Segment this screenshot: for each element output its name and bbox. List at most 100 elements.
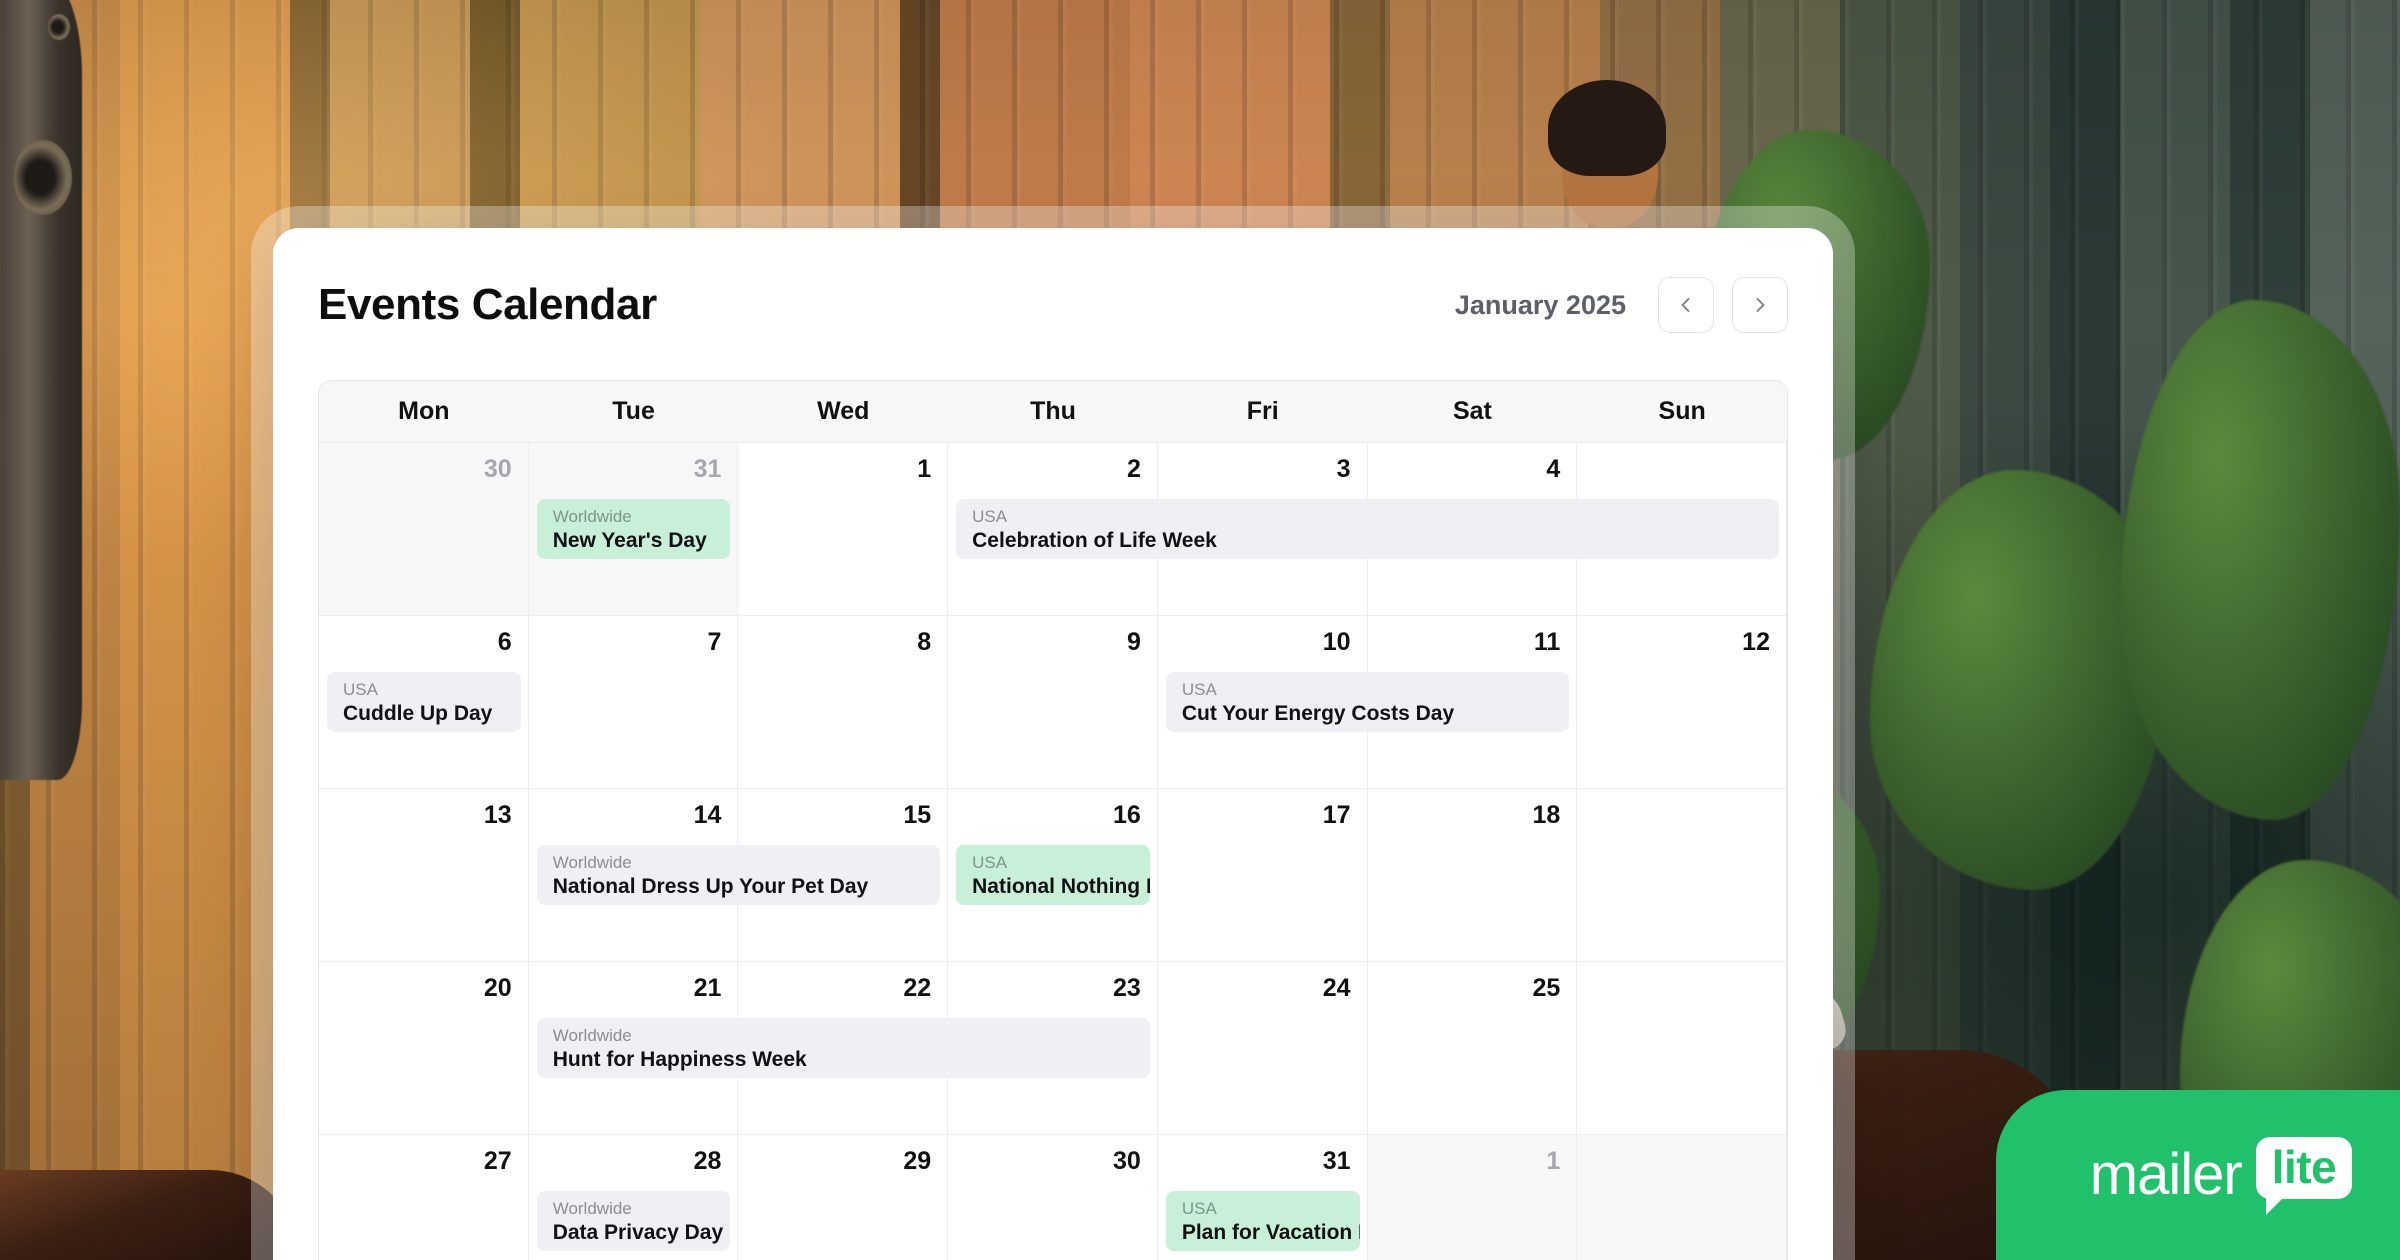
event-region-label: USA xyxy=(972,853,1008,872)
brand-bubble-label: lite xyxy=(2271,1140,2337,1193)
day-number: 6 xyxy=(497,628,512,656)
event-region-label: USA xyxy=(972,507,1008,526)
calendar-week-row: 13 14 15 16 17 18 Worldwide National Dress Up Y… xyxy=(319,789,1787,962)
day-number: 18 xyxy=(1532,801,1561,829)
weekday-header-tue: Tue xyxy=(612,397,655,425)
brand-bubble-icon: lite xyxy=(2255,1136,2353,1216)
day-cell[interactable]: 12 xyxy=(1577,616,1787,788)
day-number: 29 xyxy=(903,1147,932,1175)
day-cell[interactable] xyxy=(1577,1135,1787,1260)
tree-trunk xyxy=(0,0,82,780)
tree-knot-icon xyxy=(48,14,70,40)
event-region-label: USA xyxy=(343,680,378,699)
day-number: 25 xyxy=(1532,974,1561,1002)
day-number: 9 xyxy=(1126,628,1141,656)
event-name-label: Data Privacy Day xyxy=(552,1220,724,1244)
calendar-week-row: 6 7 8 9 10 11 12 USA Cuddle Up Day USA Cut Your En… xyxy=(319,616,1787,789)
calendar-event[interactable]: Worldwide Hunt for Happiness Week xyxy=(536,1018,1150,1078)
park-bench xyxy=(0,1170,300,1260)
event-region-label: Worldwide xyxy=(552,1026,632,1045)
calendar-week-row: 27 28 29 30 31 1 Worldwide Data Privacy Day USA P… xyxy=(319,1135,1787,1260)
calendar-event[interactable]: USA National Nothing Day xyxy=(956,845,1150,905)
day-cell[interactable]: 9 xyxy=(948,616,1158,788)
promo-scene: Events Calendar January 2025 Mon Tue Wed… xyxy=(0,0,2400,1260)
page-title: Events Calendar xyxy=(318,280,657,329)
day-number: 28 xyxy=(693,1147,722,1175)
day-number: 2 xyxy=(1126,455,1141,483)
event-name-label: Celebration of Life Week xyxy=(972,528,1217,552)
calendar-weeks: 30 31 1 2 3 4 Worldwide New Year's Day USA Celebr… xyxy=(319,443,1787,1260)
day-number: 30 xyxy=(483,455,512,483)
day-number: 30 xyxy=(1113,1147,1141,1175)
weekday-header-sat: Sat xyxy=(1452,397,1492,425)
day-number: 13 xyxy=(483,801,512,829)
day-number: 23 xyxy=(1113,974,1141,1002)
calendar-header: Events Calendar January 2025 xyxy=(318,274,1788,336)
calendar-event[interactable]: Worldwide National Dress Up Your Pet Day xyxy=(536,845,941,905)
calendar-event[interactable]: USA Plan for Vacation Day xyxy=(1165,1191,1360,1251)
day-cell[interactable]: 18 xyxy=(1367,789,1578,961)
event-region-label: Worldwide xyxy=(552,1199,632,1218)
day-number: 17 xyxy=(1322,801,1351,829)
day-number: 31 xyxy=(1322,1147,1351,1175)
day-cell[interactable]: 20 xyxy=(319,962,529,1134)
day-number: 12 xyxy=(1742,628,1770,656)
event-name-label: Hunt for Happiness Week xyxy=(552,1047,807,1071)
day-cell[interactable]: 24 xyxy=(1157,962,1368,1134)
day-cell[interactable]: 7 xyxy=(528,616,739,788)
calendar-event[interactable]: USA Cuddle Up Day xyxy=(327,672,521,732)
day-cell[interactable]: 1 xyxy=(738,443,949,615)
calendar-event[interactable]: Worldwide Data Privacy Day xyxy=(536,1191,731,1251)
tree-knot-icon xyxy=(14,140,72,215)
previous-month-button[interactable] xyxy=(1658,277,1714,333)
day-cell[interactable]: 30 xyxy=(948,1135,1158,1260)
day-cell[interactable]: 17 xyxy=(1157,789,1368,961)
day-number: 11 xyxy=(1533,628,1561,656)
current-month-label: January 2025 xyxy=(1454,289,1626,320)
day-number: 1 xyxy=(1546,1147,1561,1175)
brand-wordmark: mailer xyxy=(2089,1142,2243,1207)
day-cell[interactable]: 8 xyxy=(738,616,949,788)
weekday-header-fri: Fri xyxy=(1246,397,1279,425)
calendar-week-row: 20 21 22 23 24 25 Worldwide Hunt for Happiness … xyxy=(319,962,1787,1135)
day-number: 24 xyxy=(1322,974,1351,1002)
event-name-label: Cuddle Up Day xyxy=(343,701,493,725)
weekday-header-mon: Mon xyxy=(398,397,450,425)
day-cell[interactable] xyxy=(1577,789,1787,961)
day-number: 1 xyxy=(917,455,932,483)
day-number: 15 xyxy=(903,801,932,829)
event-region-label: Worldwide xyxy=(552,507,632,526)
day-cell[interactable]: 29 xyxy=(738,1135,949,1260)
day-cell[interactable] xyxy=(1577,962,1787,1134)
calendar-navigation: January 2025 xyxy=(1455,277,1788,333)
day-number: 27 xyxy=(483,1147,512,1175)
weekday-header-wed: Wed xyxy=(817,397,870,425)
day-number: 16 xyxy=(1113,801,1141,829)
weekday-header-thu: Thu xyxy=(1030,397,1076,425)
calendar-event[interactable]: USA Cut Your Energy Costs Day xyxy=(1165,672,1570,732)
weekday-header-sun: Sun xyxy=(1658,397,1706,425)
calendar-week-row: 30 31 1 2 3 4 Worldwide New Year's Day USA Celebr… xyxy=(319,443,1787,616)
day-cell[interactable]: 30 xyxy=(319,443,529,615)
mailerlite-logo: mailer lite xyxy=(1996,1090,2400,1260)
calendar-event[interactable]: Worldwide New Year's Day xyxy=(536,499,731,559)
event-name-label: Cut Your Energy Costs Day xyxy=(1181,701,1455,725)
event-name-label: Plan for Vacation Day xyxy=(1181,1220,1360,1244)
day-number: 21 xyxy=(693,974,722,1002)
day-cell[interactable]: 27 xyxy=(319,1135,529,1260)
event-region-label: USA xyxy=(1181,1199,1217,1218)
day-cell[interactable]: 1 xyxy=(1367,1135,1578,1260)
calendar-grid: Mon Tue Wed Thu Fri Sat Sun 30 31 1 2 3 4 Worldwide N… xyxy=(318,380,1788,1260)
day-cell[interactable]: 13 xyxy=(319,789,529,961)
calendar-event[interactable]: USA Celebration of Life Week xyxy=(956,499,1779,559)
day-number: 31 xyxy=(693,455,722,483)
event-region-label: Worldwide xyxy=(552,853,632,872)
day-number: 3 xyxy=(1336,455,1351,483)
event-name-label: National Dress Up Your Pet Day xyxy=(552,874,869,898)
event-region-label: USA xyxy=(1181,680,1217,699)
day-number: 7 xyxy=(707,628,722,656)
day-cell[interactable]: 25 xyxy=(1367,962,1578,1134)
next-month-button[interactable] xyxy=(1732,277,1788,333)
weekday-header-row: Mon Tue Wed Thu Fri Sat Sun xyxy=(319,381,1787,443)
chevron-left-icon xyxy=(1676,295,1696,315)
